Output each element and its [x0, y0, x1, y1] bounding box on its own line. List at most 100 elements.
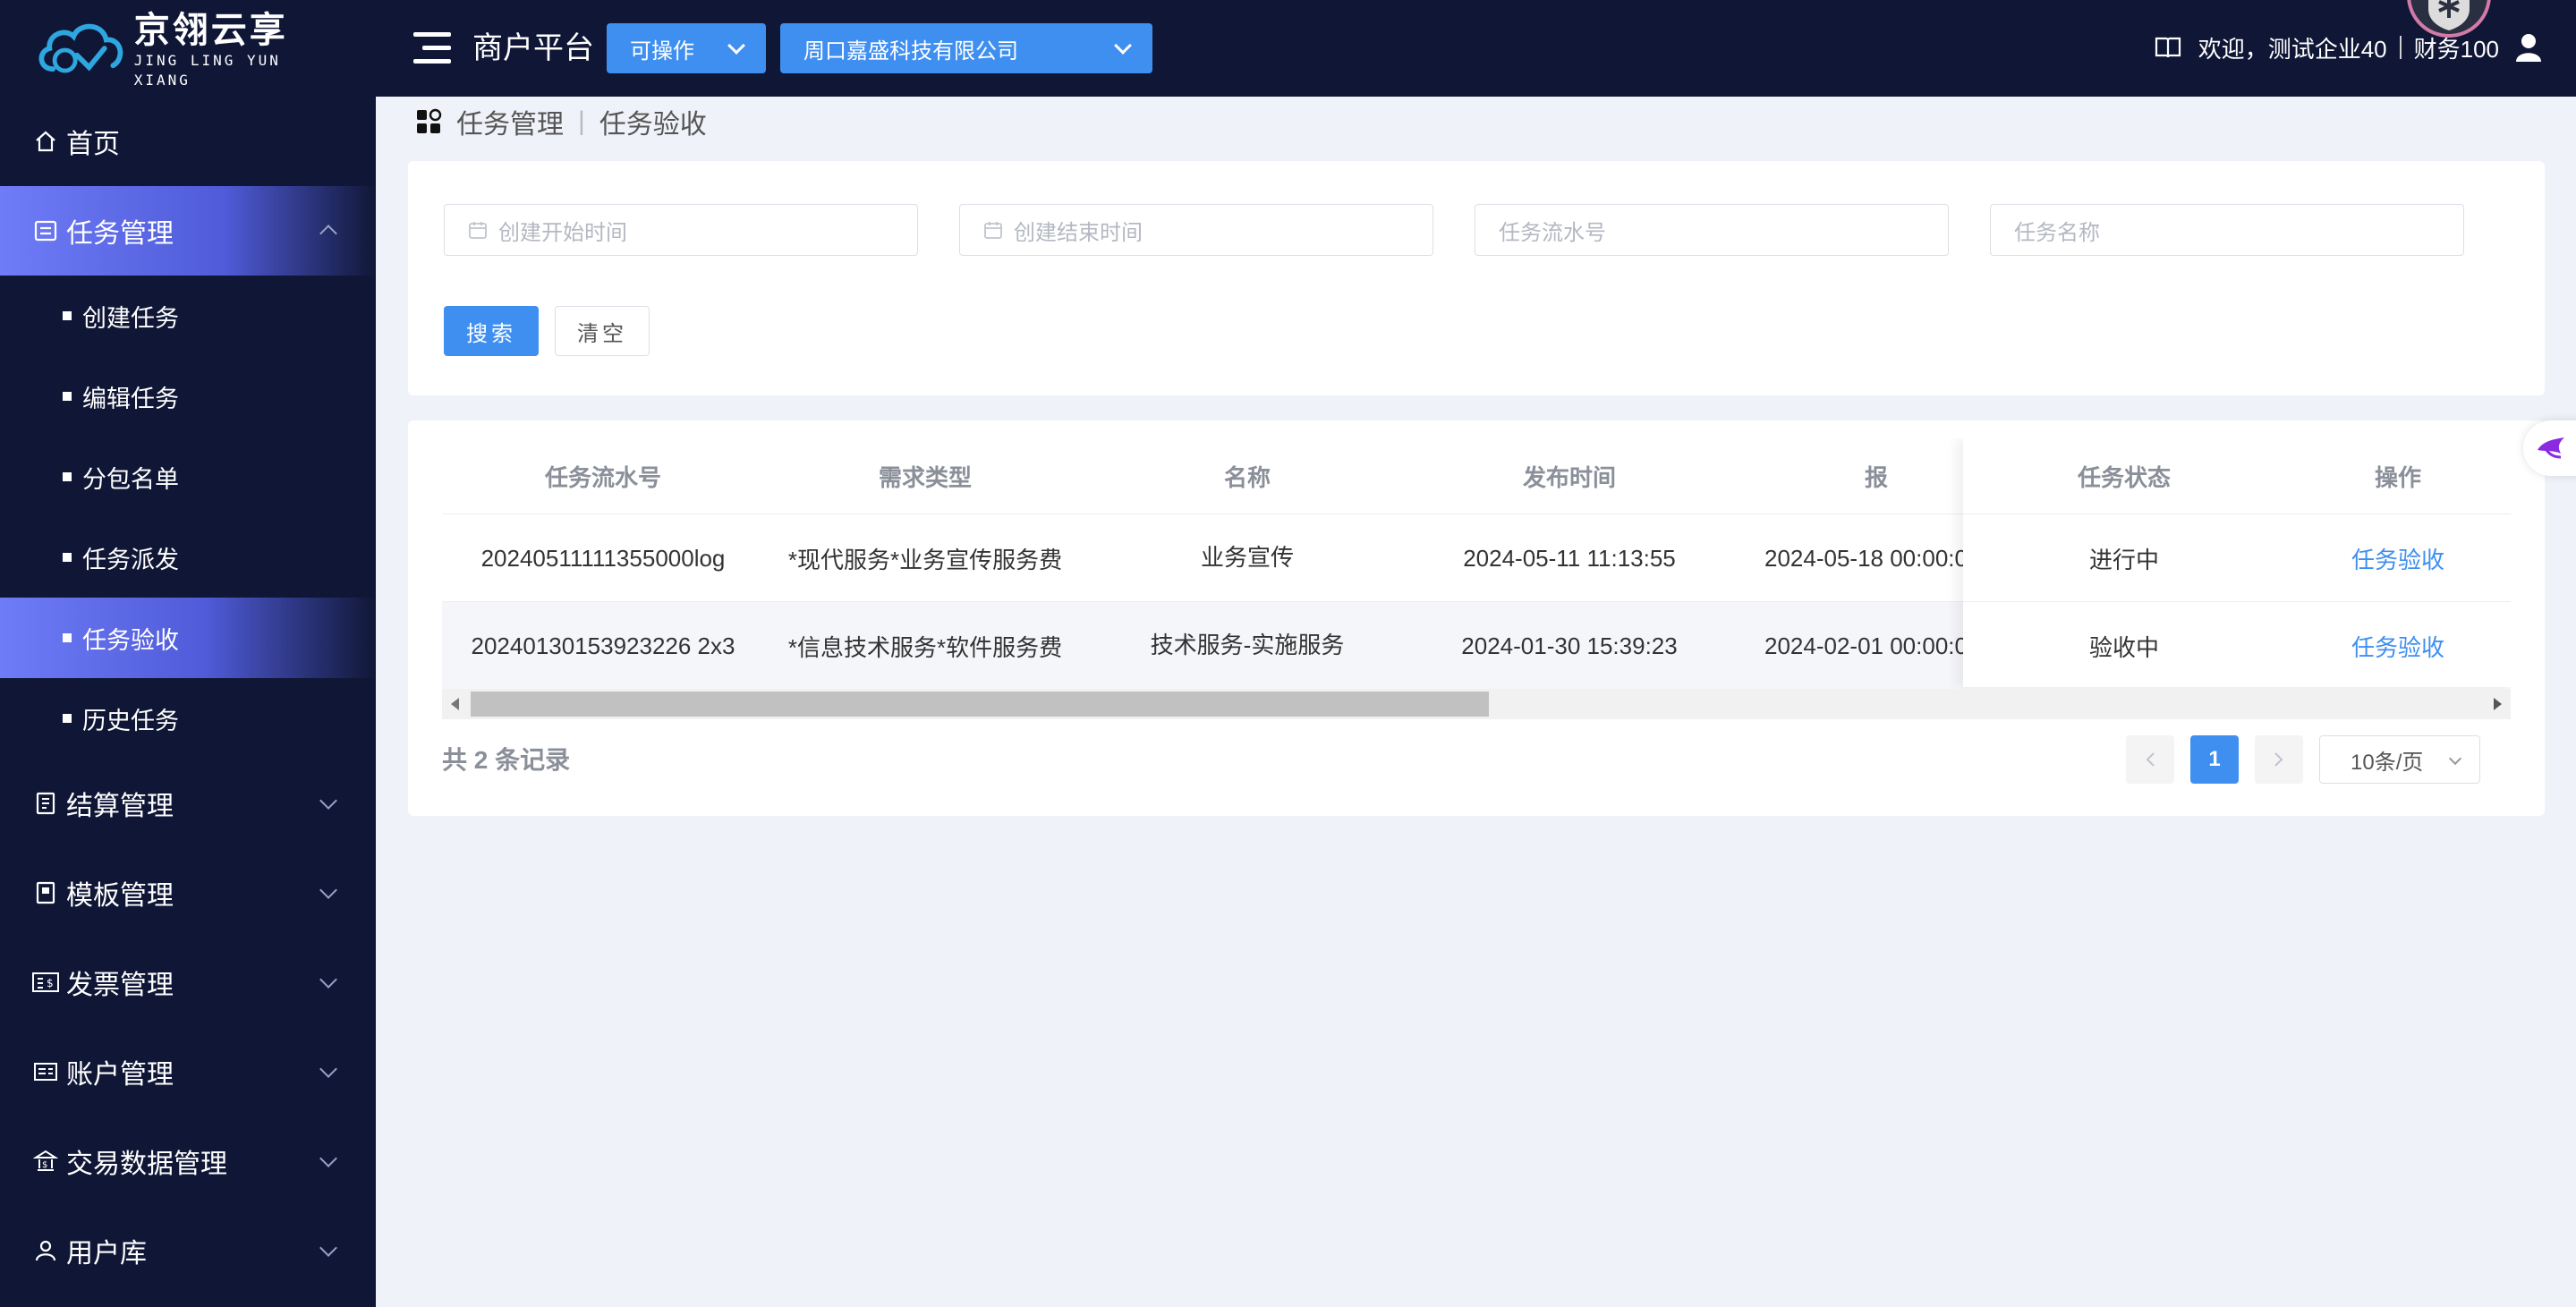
bullet-icon	[63, 714, 72, 723]
cell-status: 进行中	[2088, 546, 2159, 573]
task-icon	[30, 216, 61, 246]
home-icon	[30, 126, 61, 157]
page-size-select[interactable]: 10条/页	[2319, 735, 2480, 784]
breadcrumb-item[interactable]: 任务管理	[456, 102, 564, 141]
search-panel: 创建开始时间 创建结束时间 任务流水号 任务名称 搜索 清空	[408, 161, 2545, 395]
cell-publish-time: 2024-05-11 11:13:55	[1463, 544, 1676, 572]
start-date-input[interactable]: 创建开始时间	[444, 204, 918, 256]
submenu-task-acceptance[interactable]: 任务验收	[0, 598, 376, 678]
page-size-value: 10条/页	[2351, 750, 2424, 775]
chevron-down-icon	[727, 37, 745, 55]
chevron-down-icon	[319, 1150, 337, 1167]
platform-title: 商户平台	[472, 31, 594, 65]
sidebar-item-template[interactable]: 模板管理	[0, 848, 376, 938]
prev-page-button[interactable]	[2126, 735, 2174, 784]
end-date-placeholder: 创建结束时间	[1014, 220, 1143, 245]
company-select-value: 周口嘉盛科技有限公司	[803, 38, 1018, 64]
task-table: 任务流水号 需求类型 名称 发布时间 报 20240511111355000lo…	[442, 438, 2511, 717]
top-bar: 商户平台 可操作 周口嘉盛科技有限公司 欢迎，测试企业40 财务100	[376, 0, 2576, 97]
task-name-placeholder: 任务名称	[2014, 220, 2100, 245]
divider	[2399, 36, 2402, 59]
sidebar-item-account[interactable]: 账户管理	[0, 1027, 376, 1116]
table-row-fixed: 进行中 任务验收	[1963, 513, 2511, 601]
menu-toggle-icon[interactable]	[413, 32, 451, 64]
welcome-text: 欢迎，测试企业40	[2198, 35, 2387, 63]
chevron-down-icon	[2448, 751, 2462, 766]
cloud-logo-icon	[38, 23, 123, 73]
sidebar-item-label: 发票管理	[66, 971, 174, 1000]
cell-name: 技术服务-实施服务	[1150, 632, 1345, 658]
breadcrumb-current: 任务验收	[599, 110, 707, 140]
scroll-right-icon[interactable]	[2494, 698, 2502, 710]
sidebar-item-transactions[interactable]: $ 交易数据管理	[0, 1116, 376, 1206]
chevron-down-icon	[319, 971, 337, 989]
page-number-button[interactable]: 1	[2190, 735, 2239, 784]
submenu-task-history[interactable]: 历史任务	[0, 678, 376, 759]
table-row-fixed: 验收中 任务验收	[1963, 601, 2511, 689]
company-select[interactable]: 周口嘉盛科技有限公司	[780, 23, 1152, 73]
sidebar-item-home[interactable]: 首页	[0, 97, 376, 186]
next-page-button[interactable]	[2255, 735, 2303, 784]
invoice-icon: $	[30, 967, 61, 997]
cell-serial: 20240130153923226 2x3	[471, 632, 735, 659]
user-icon	[30, 1235, 61, 1266]
book-icon[interactable]	[2154, 35, 2182, 60]
submenu-task-dispatch[interactable]: 任务派发	[0, 517, 376, 598]
submenu-create-task[interactable]: 创建任务	[0, 276, 376, 356]
sidebar-item-label: 结算管理	[66, 792, 174, 821]
bullet-icon	[63, 392, 72, 401]
cell-status: 验收中	[2088, 633, 2159, 661]
sidebar: 京翎云享 JING LING YUN XIANG 首页 任务管理 创建任务 编辑…	[0, 0, 376, 1307]
column-header-publish-time: 发布时间	[1522, 463, 1616, 491]
clear-button[interactable]: 清空	[555, 306, 650, 356]
status-select[interactable]: 可操作	[607, 23, 766, 73]
sidebar-item-settlement[interactable]: 结算管理	[0, 759, 376, 848]
submenu-label: 任务派发	[82, 546, 179, 573]
column-header-name: 名称	[1223, 463, 1271, 491]
column-header-status: 任务状态	[2077, 463, 2171, 491]
submenu-label: 任务验收	[82, 626, 179, 654]
chevron-down-icon	[319, 881, 337, 899]
horizontal-scrollbar[interactable]	[442, 689, 2511, 719]
user-avatar-icon[interactable]	[2513, 32, 2544, 63]
floating-assistant-button[interactable]	[2523, 420, 2576, 476]
chevron-down-icon	[319, 1239, 337, 1257]
apps-icon	[417, 108, 442, 133]
fixed-right-columns: 任务状态 操作 进行中 任务验收 验收中 任务验收	[1963, 438, 2511, 687]
cell-publish-time: 2024-01-30 15:39:23	[1461, 632, 1678, 659]
submenu-label: 编辑任务	[82, 385, 179, 412]
breadcrumb-separator: |	[578, 106, 585, 136]
cell-serial: 20240511111355000log	[480, 544, 726, 572]
accept-task-link[interactable]: 任务验收	[2285, 514, 2511, 602]
sidebar-menu: 首页 任务管理 创建任务 编辑任务 分包名单 任务派发 任务验收 历史任务 结算…	[0, 97, 376, 1295]
cell-type: *信息技术服务*软件服务费	[787, 633, 1063, 661]
bullet-icon	[63, 311, 72, 320]
sidebar-item-label: 账户管理	[66, 1060, 174, 1090]
chevron-right-icon	[2274, 752, 2283, 767]
scrollbar-thumb[interactable]	[471, 692, 1489, 717]
accept-task-link[interactable]: 任务验收	[2285, 602, 2511, 690]
task-name-input[interactable]: 任务名称	[1990, 204, 2464, 256]
submenu-subcontract-list[interactable]: 分包名单	[0, 437, 376, 517]
cell-name: 业务宣传	[1200, 544, 1294, 571]
serial-number-input[interactable]: 任务流水号	[1475, 204, 1949, 256]
search-button[interactable]: 搜索	[444, 306, 539, 356]
column-header-type: 需求类型	[878, 463, 972, 491]
scroll-left-icon[interactable]	[451, 698, 459, 710]
start-date-placeholder: 创建开始时间	[498, 220, 627, 245]
sidebar-item-user-library[interactable]: 用户库	[0, 1206, 376, 1295]
end-date-input[interactable]: 创建结束时间	[959, 204, 1433, 256]
chevron-down-icon	[319, 1060, 337, 1078]
sidebar-item-label: 首页	[66, 130, 120, 159]
sidebar-item-task-management[interactable]: 任务管理	[0, 186, 376, 276]
bank-icon: $	[30, 1146, 61, 1176]
chevron-left-icon	[2146, 752, 2155, 767]
logo[interactable]: 京翎云享 JING LING YUN XIANG	[36, 11, 340, 89]
total-records: 共 2 条记录	[442, 746, 571, 774]
submenu-edit-task[interactable]: 编辑任务	[0, 356, 376, 437]
sidebar-item-invoice[interactable]: $ 发票管理	[0, 938, 376, 1027]
calendar-icon	[469, 222, 487, 239]
svg-text:$: $	[47, 977, 54, 989]
sidebar-item-label: 任务管理	[66, 219, 174, 249]
account-icon	[30, 1057, 61, 1087]
